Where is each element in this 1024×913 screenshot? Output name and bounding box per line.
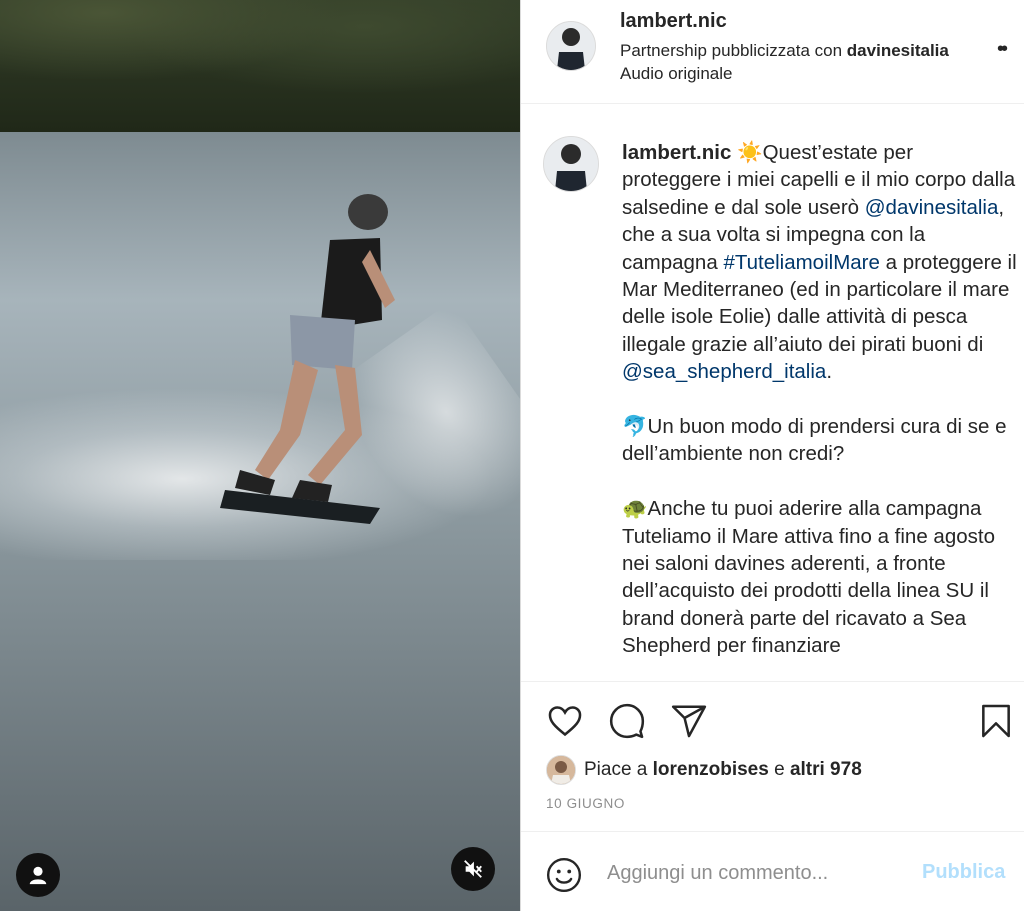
more-options-button[interactable]: •• [997,38,1008,61]
dolphin-emoji: 🐬 [622,415,648,439]
post-video[interactable] [0,0,520,911]
caption-author-avatar[interactable] [543,136,599,192]
sun-emoji: ☀️ [737,141,763,164]
audio-label[interactable]: Audio originale [620,64,732,84]
post-side-panel: lambert.nic Partnership pubblicizzata co… [520,0,1024,911]
caption-text: lambert.nic ☀️Quest’estate per protegger… [622,139,1017,680]
post-header: lambert.nic Partnership pubblicizzata co… [521,0,1024,104]
mention-sea-shepherd[interactable]: @sea_shepherd_italia [622,360,826,383]
mention-davinesitalia[interactable]: @davinesitalia [865,196,999,219]
caption-username[interactable]: lambert.nic [622,141,731,164]
user-icon [29,866,47,885]
paid-partnership-label: Partnership pubblicizzata con davinesita… [620,41,949,61]
post-date[interactable]: 10 GIUGNO [546,796,625,811]
caption-paragraph: Anche tu puoi aderire alla campagna Tute… [622,497,995,658]
emoji-icon[interactable] [545,856,583,894]
likes-prefix: Piace a [584,759,648,780]
heart-icon[interactable] [546,702,584,740]
partnership-prefix: Partnership pubblicizzata con [620,41,847,60]
avatar-image [544,137,598,191]
author-avatar[interactable] [546,21,596,71]
tagged-users-button[interactable] [16,853,60,897]
speaker-muted-icon [464,860,482,878]
caption-paragraph: Un buon modo di prendersi cura di se e d… [622,415,1007,466]
caption-text-part: . [826,360,833,384]
publish-comment-button[interactable]: Pubblica [922,861,1005,884]
likes-summary: Piace a lorenzobises e altri 978 [546,754,862,786]
wakeboarder-figure [220,194,395,524]
post-actions: Piace a lorenzobises e altri 978 10 GIUG… [521,681,1024,912]
comment-icon[interactable] [608,702,646,740]
bookmark-icon[interactable] [977,702,1015,740]
paper-plane-icon[interactable] [670,702,708,740]
partner-link[interactable]: davinesitalia [847,41,949,60]
caption-scroll-area[interactable]: lambert.nic ☀️Quest’estate per protegger… [521,104,1024,680]
comment-input[interactable] [605,855,909,891]
likes-middle: e [768,759,790,780]
liker-username[interactable]: lorenzobises [653,759,769,781]
turtle-emoji: 🐢 [622,497,648,521]
treeline-background [0,0,520,132]
liker-avatar[interactable] [546,755,576,785]
mute-toggle-button[interactable] [451,847,495,891]
avatar-image [547,22,595,70]
author-username[interactable]: lambert.nic [620,10,727,33]
add-comment-bar: Pubblica [521,831,1024,913]
hashtag-link[interactable]: #TuteliamoilMare [723,251,879,274]
likes-others-link[interactable]: altri 978 [790,759,862,781]
